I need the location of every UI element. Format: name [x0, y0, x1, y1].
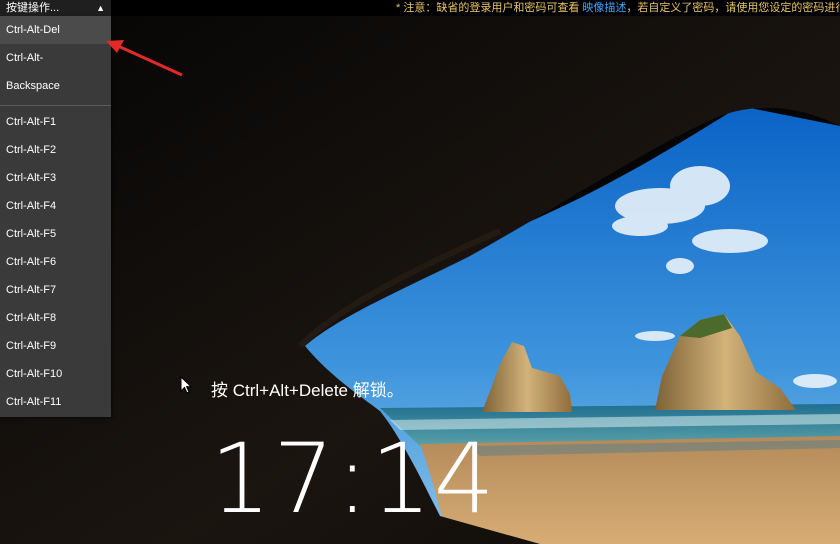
notice-prefix: * 注意：缺省的登录用户和密码可查看 — [396, 2, 580, 14]
unlock-hint: 按 Ctrl+Alt+Delete 解锁。 — [211, 381, 404, 400]
menu-item-ctrl-alt-f11[interactable]: Ctrl-Alt-F11 — [0, 388, 111, 416]
toolbar: 按键操作... ▲ * 注意：缺省的登录用户和密码可查看 映像描述，若自定义了密… — [0, 0, 840, 16]
menu-item-ctrl-alt-f10[interactable]: Ctrl-Alt-F10 — [0, 360, 111, 388]
menu-item-ctrl-alt-f9[interactable]: Ctrl-Alt-F9 — [0, 332, 111, 360]
lockscreen-clock: 17:14 — [210, 423, 497, 535]
menu-item-ctrl-alt-backspace-line2[interactable]: Backspace — [0, 72, 111, 100]
key-operations-menu: Ctrl-Alt-Del Ctrl-Alt- Backspace Ctrl-Al… — [0, 16, 111, 417]
menu-item-ctrl-alt-f3[interactable]: Ctrl-Alt-F3 — [0, 164, 111, 192]
notice-suffix: ，若自定义了密码，请使用您设定的密码进行登 — [626, 2, 840, 14]
menu-item-ctrl-alt-f4[interactable]: Ctrl-Alt-F4 — [0, 192, 111, 220]
image-description-link[interactable]: 映像描述 — [582, 2, 626, 14]
menu-item-ctrl-alt-f5[interactable]: Ctrl-Alt-F5 — [0, 220, 111, 248]
menu-item-ctrl-alt-del[interactable]: Ctrl-Alt-Del — [0, 16, 111, 44]
menu-divider — [0, 105, 111, 106]
key-operations-dropdown[interactable]: 按键操作... ▲ — [0, 0, 111, 16]
menu-item-ctrl-alt-f6[interactable]: Ctrl-Alt-F6 — [0, 248, 111, 276]
menu-item-ctrl-alt-f1[interactable]: Ctrl-Alt-F1 — [0, 108, 111, 136]
menu-item-ctrl-alt-f2[interactable]: Ctrl-Alt-F2 — [0, 136, 111, 164]
menu-item-ctrl-alt-backspace-line1[interactable]: Ctrl-Alt- — [0, 44, 111, 72]
menu-item-ctrl-alt-f7[interactable]: Ctrl-Alt-F7 — [0, 276, 111, 304]
dropdown-label: 按键操作... — [6, 2, 60, 14]
menu-item-ctrl-alt-f8[interactable]: Ctrl-Alt-F8 — [0, 304, 111, 332]
mouse-cursor-icon — [180, 376, 192, 394]
login-notice: * 注意：缺省的登录用户和密码可查看 映像描述，若自定义了密码，请使用您设定的密… — [396, 0, 840, 16]
caret-up-icon: ▲ — [96, 3, 105, 13]
